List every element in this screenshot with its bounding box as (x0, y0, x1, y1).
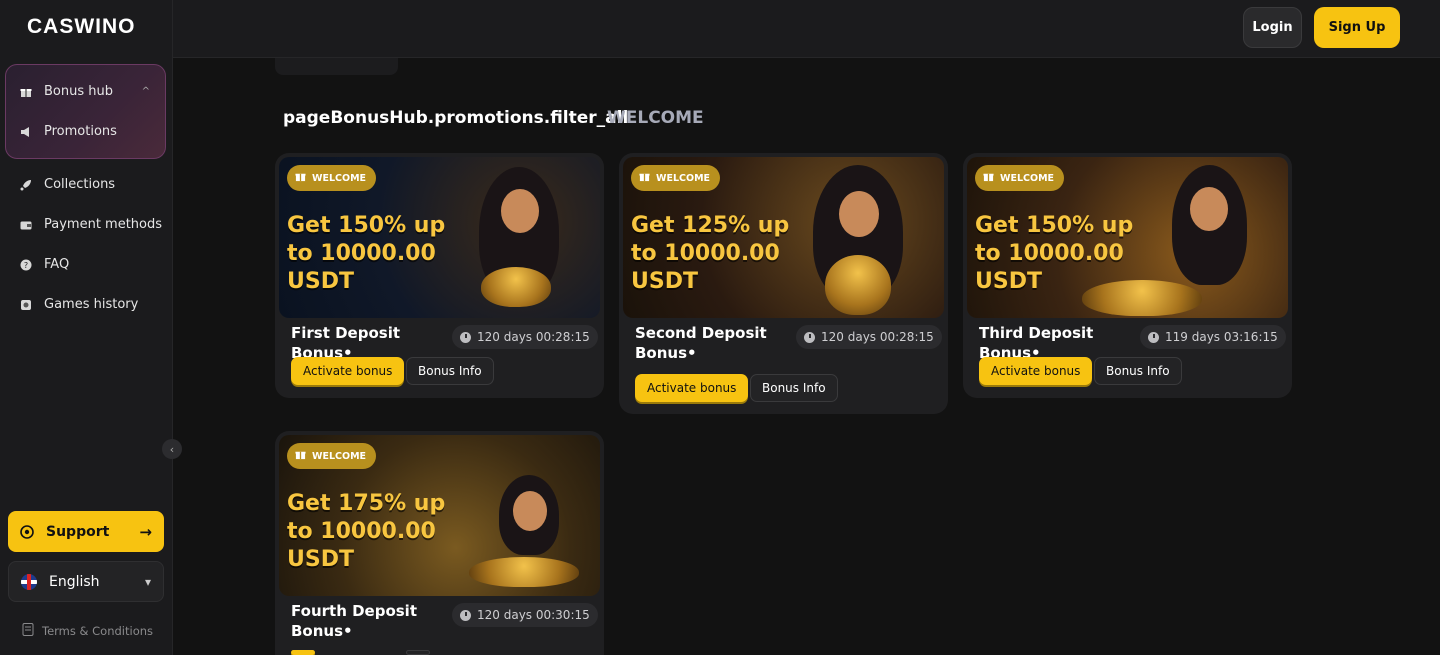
bonus-headline: Get 150% up to 10000.00 USDT (975, 213, 1134, 294)
activate-bonus-button[interactable]: Activate bonus (979, 357, 1093, 385)
bonus-card: WELCOME Get 150% up to 10000.00 USDT Fir… (275, 153, 604, 398)
countdown-timer: 120 days 00:30:15 (452, 603, 598, 627)
sidebar-item-faq[interactable]: ? FAQ (20, 257, 69, 272)
activate-bonus-button[interactable] (291, 650, 315, 655)
megaphone-icon (20, 126, 32, 138)
sidebar-item-label: FAQ (44, 257, 70, 272)
clock-icon (1148, 331, 1159, 343)
bonus-card: WELCOME Get 150% up to 10000.00 USDT Thi… (963, 153, 1292, 398)
sidebar: CASWINO Bonus hub ^ Promotions Collectio… (0, 0, 173, 655)
timer-value: 120 days 00:28:15 (477, 330, 590, 344)
rocket-icon (20, 179, 32, 191)
gift-icon (983, 171, 994, 185)
language-label: English (49, 573, 100, 590)
sidebar-item-payment-methods[interactable]: Payment methods (20, 217, 162, 232)
filter-all-tab[interactable]: pageBonusHub.promotions.filter_all (283, 108, 628, 128)
sidebar-item-bonus-hub[interactable]: Bonus hub (20, 84, 113, 99)
clock-icon (460, 609, 471, 621)
bonus-banner: WELCOME Get 150% up to 10000.00 USDT (967, 157, 1288, 318)
bonus-banner: WELCOME Get 150% up to 10000.00 USDT (279, 157, 600, 318)
support-label: Support (46, 523, 110, 540)
scrolled-element (275, 58, 398, 75)
history-icon (20, 299, 32, 311)
terms-label: Terms & Conditions (42, 624, 154, 638)
logo[interactable]: CASWINO (27, 15, 136, 39)
arrow-right-icon: → (139, 522, 152, 541)
collapse-sidebar-button[interactable]: ‹ (162, 439, 182, 459)
sidebar-item-label: Bonus hub (44, 84, 113, 99)
chevron-down-icon: ▾ (144, 574, 151, 589)
filter-welcome-tab[interactable]: WELCOME (607, 108, 704, 128)
uk-flag-icon (21, 573, 37, 590)
bonus-hub-group (5, 64, 166, 159)
welcome-tag: WELCOME (975, 165, 1065, 191)
sidebar-item-collections[interactable]: Collections (20, 177, 115, 192)
clock-icon (460, 331, 471, 343)
bonus-info-button[interactable] (406, 650, 430, 655)
tag-label: WELCOME (312, 450, 367, 462)
welcome-tag: WELCOME (287, 443, 377, 469)
gift-icon (20, 86, 32, 98)
activate-bonus-button[interactable]: Activate bonus (291, 357, 405, 385)
countdown-timer: 120 days 00:28:15 (796, 325, 942, 349)
gift-icon (639, 171, 650, 185)
bonus-headline: Get 125% up to 10000.00 USDT (631, 213, 790, 294)
timer-value: 120 days 00:30:15 (477, 608, 590, 622)
wallet-icon (20, 219, 32, 231)
bonus-banner: WELCOME Get 125% up to 10000.00 USDT (623, 157, 944, 318)
welcome-tag: WELCOME (287, 165, 377, 191)
signup-button[interactable]: Sign Up (1314, 7, 1400, 48)
chevron-up-icon[interactable]: ^ (142, 86, 150, 97)
headset-icon (20, 524, 34, 539)
terms-link[interactable]: Terms & Conditions (22, 623, 153, 639)
bonus-banner: WELCOME Get 175% up to 10000.00 USDT (279, 435, 600, 596)
sidebar-item-label: Collections (44, 177, 116, 192)
activate-bonus-button[interactable]: Activate bonus (635, 374, 749, 402)
tag-label: WELCOME (312, 172, 367, 184)
bonus-info-button[interactable]: Bonus Info (1094, 357, 1182, 385)
sidebar-item-label: Games history (44, 297, 139, 312)
svg-text:?: ? (24, 261, 28, 270)
bonus-headline: Get 150% up to 10000.00 USDT (287, 213, 446, 294)
tag-label: WELCOME (1000, 172, 1055, 184)
bonus-title: Second Deposit Bonus• (635, 324, 767, 362)
login-button[interactable]: Login (1243, 7, 1302, 48)
help-icon: ? (20, 259, 32, 271)
language-select[interactable]: English ▾ (8, 561, 164, 602)
app-root: CASWINO Bonus hub ^ Promotions Collectio… (0, 0, 1440, 655)
sidebar-item-promotions[interactable]: Promotions (20, 124, 117, 139)
sidebar-item-label: Promotions (44, 124, 117, 139)
welcome-tag: WELCOME (631, 165, 721, 191)
bonus-card: WELCOME Get 125% up to 10000.00 USDT Sec… (619, 153, 948, 414)
bonus-info-button[interactable]: Bonus Info (406, 357, 494, 385)
bonus-info-button[interactable]: Bonus Info (750, 374, 838, 402)
clock-icon (804, 331, 815, 343)
sidebar-item-games-history[interactable]: Games history (20, 297, 138, 312)
support-button[interactable]: Support → (8, 511, 164, 552)
gift-icon (295, 449, 306, 463)
countdown-timer: 119 days 03:16:15 (1140, 325, 1286, 349)
sidebar-item-label: Payment methods (44, 217, 163, 232)
timer-value: 120 days 00:28:15 (821, 330, 934, 344)
document-icon (22, 623, 34, 639)
countdown-timer: 120 days 00:28:15 (452, 325, 598, 349)
top-header: Login Sign Up (173, 0, 1440, 58)
timer-value: 119 days 03:16:15 (1165, 330, 1278, 344)
tag-label: WELCOME (656, 172, 711, 184)
gift-icon (295, 171, 306, 185)
bonus-title: Fourth Deposit Bonus• (291, 602, 417, 640)
bonus-card: WELCOME Get 175% up to 10000.00 USDT Fou… (275, 431, 604, 655)
bonus-headline: Get 175% up to 10000.00 USDT (287, 491, 446, 572)
